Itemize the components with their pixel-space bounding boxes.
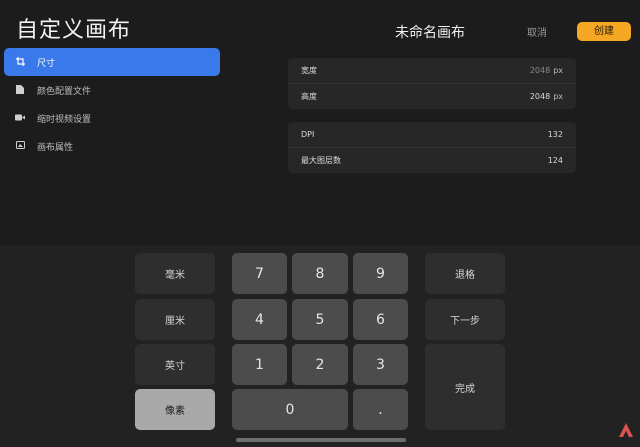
video-icon <box>13 114 27 123</box>
digit-0-key[interactable]: 0 <box>232 389 348 430</box>
next-key[interactable]: 下一步 <box>425 299 505 340</box>
height-row[interactable]: 高度 2048 px <box>288 83 576 109</box>
decimal-point-key[interactable]: . <box>353 389 408 430</box>
digit-1-key[interactable]: 1 <box>232 344 287 385</box>
digit-7-key[interactable]: 7 <box>232 253 287 294</box>
height-value[interactable]: 2048 px <box>530 92 563 101</box>
create-button[interactable]: 创建 <box>577 22 631 41</box>
crop-icon <box>13 56 27 68</box>
backspace-key[interactable]: 退格 <box>425 253 505 294</box>
max-layers-value[interactable]: 124 <box>548 156 563 165</box>
digit-9-key[interactable]: 9 <box>353 253 408 294</box>
sidebar-item-label: 缩时视频设置 <box>37 114 92 125</box>
sidebar: 尺寸 颜色配置文件 缩时视频设置 画布属性 <box>4 48 220 160</box>
sidebar-item-label: 颜色配置文件 <box>37 86 92 97</box>
max-layers-row[interactable]: 最大图层数 124 <box>288 147 576 173</box>
sidebar-item-color-profile[interactable]: 颜色配置文件 <box>4 76 220 104</box>
digit-6-key[interactable]: 6 <box>353 299 408 340</box>
width-label: 宽度 <box>301 66 317 75</box>
file-icon <box>13 84 27 96</box>
properties-group: DPI 132 最大图层数 124 <box>288 122 576 173</box>
dpi-label: DPI <box>301 130 315 139</box>
app-logo-icon <box>619 423 633 437</box>
digit-3-key[interactable]: 3 <box>353 344 408 385</box>
height-label: 高度 <box>301 92 317 101</box>
dimensions-group: 宽度 2048 px 高度 2048 px <box>288 58 576 109</box>
width-value[interactable]: 2048 px <box>530 66 563 75</box>
home-indicator <box>236 438 406 442</box>
unit-mm-key[interactable]: 毫米 <box>135 253 215 294</box>
sidebar-item-timelapse[interactable]: 缩时视频设置 <box>4 104 220 132</box>
dpi-value[interactable]: 132 <box>548 130 563 139</box>
digit-5-key[interactable]: 5 <box>292 299 348 340</box>
sidebar-item-canvas-properties[interactable]: 画布属性 <box>4 132 220 160</box>
digit-8-key[interactable]: 8 <box>292 253 348 294</box>
sidebar-item-dimensions[interactable]: 尺寸 <box>4 48 220 76</box>
done-key[interactable]: 完成 <box>425 344 505 430</box>
cancel-button[interactable]: 取消 <box>527 24 547 39</box>
digit-4-key[interactable]: 4 <box>232 299 287 340</box>
canvas-name-field[interactable]: 未命名画布 <box>330 22 530 42</box>
unit-cm-key[interactable]: 厘米 <box>135 299 215 340</box>
unit-pixel-key[interactable]: 像素 <box>135 389 215 430</box>
unit-inch-key[interactable]: 英寸 <box>135 344 215 385</box>
digit-2-key[interactable]: 2 <box>292 344 348 385</box>
width-row[interactable]: 宽度 2048 px <box>288 58 576 83</box>
sidebar-item-label: 尺寸 <box>37 58 56 69</box>
canvas-icon <box>13 141 27 151</box>
dpi-row[interactable]: DPI 132 <box>288 122 576 147</box>
page-title: 自定义画布 <box>16 18 132 43</box>
max-layers-label: 最大图层数 <box>301 156 341 165</box>
settings-panel: 自定义画布 未命名画布 取消 创建 尺寸 颜色配置文件 缩时视频设置 画布属性 <box>0 0 640 245</box>
sidebar-item-label: 画布属性 <box>37 142 74 153</box>
